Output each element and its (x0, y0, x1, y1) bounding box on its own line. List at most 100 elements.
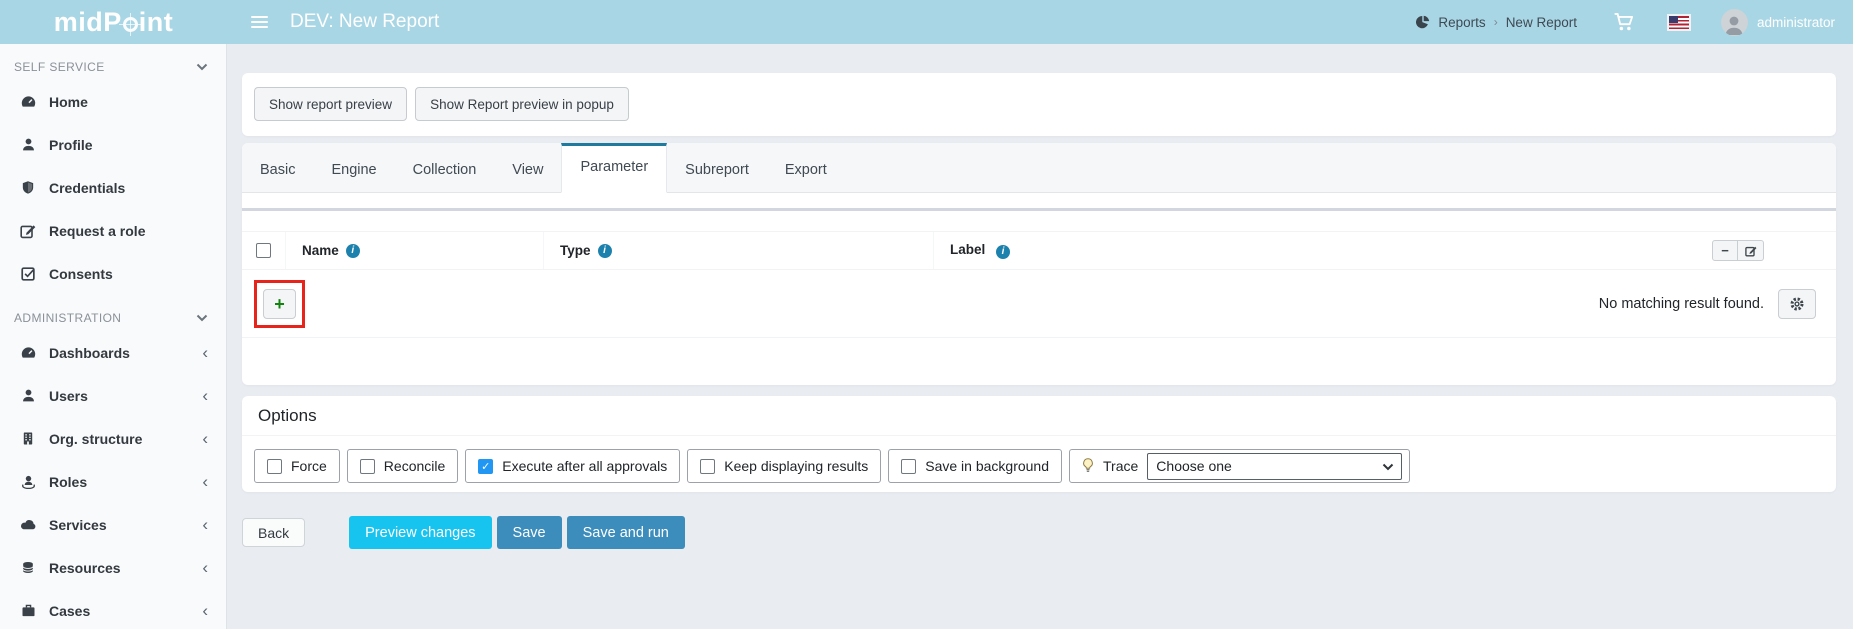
breadcrumb-current: New Report (1505, 14, 1577, 30)
info-icon[interactable]: i (345, 243, 360, 258)
dashboard-gauge-icon (18, 93, 38, 110)
save-button[interactable]: Save (496, 516, 562, 549)
trace-select[interactable]: Choose one (1147, 452, 1403, 480)
tab-basic[interactable]: Basic (242, 143, 313, 193)
info-icon[interactable]: i (597, 243, 612, 258)
pie-chart-icon (1416, 15, 1430, 29)
section-label: SELF SERVICE (14, 60, 105, 74)
chevron-left-icon: ‹ (202, 601, 208, 620)
column-header-label[interactable]: Label i (934, 242, 1636, 259)
sidebar-section-self-service[interactable]: SELF SERVICE (0, 44, 226, 80)
page-title: DEV: New Report (290, 11, 440, 32)
sidebar-item-services[interactable]: Services ‹ (0, 503, 226, 546)
preview-changes-button[interactable]: Preview changes (349, 516, 492, 549)
minus-icon: − (1721, 243, 1729, 258)
briefcase-icon (18, 603, 38, 618)
empty-result-message: No matching result found. (1598, 295, 1764, 312)
add-parameter-button[interactable]: + (263, 288, 296, 319)
option-label: Keep displaying results (724, 458, 869, 474)
option-keep-displaying-results: Keep displaying results (687, 449, 882, 483)
column-label: Label (950, 242, 986, 258)
annotation-highlight: + (254, 279, 305, 328)
cart-button[interactable] (1613, 12, 1635, 32)
sidebar-item-label: Consents (49, 265, 113, 282)
sidebar-item-request-a-role[interactable]: Request a role (0, 209, 226, 252)
sidebar-item-credentials[interactable]: Credentials (0, 166, 226, 209)
sidebar-item-consents[interactable]: Consents (0, 252, 226, 295)
shield-icon (18, 180, 38, 195)
edit-parameter-button[interactable] (1738, 240, 1764, 261)
tab-parameter[interactable]: Parameter (561, 143, 668, 193)
sidebar-item-org-structure[interactable]: Org. structure ‹ (0, 417, 226, 460)
sidebar-item-home[interactable]: Home (0, 80, 226, 123)
sidebar-item-profile[interactable]: Profile (0, 123, 226, 166)
role-user-icon (18, 474, 38, 490)
show-report-preview-button[interactable]: Show report preview (254, 87, 408, 121)
options-card: Options Force Reconcile ✓ Execute after … (242, 396, 1836, 492)
tab-engine[interactable]: Engine (313, 143, 394, 193)
sidebar-section-administration[interactable]: ADMINISTRATION (0, 295, 226, 331)
option-trace: Trace Choose one (1069, 449, 1411, 483)
option-force: Force (254, 449, 340, 483)
chevron-left-icon: ‹ (202, 343, 208, 362)
midpoint-logo: midP int (54, 7, 174, 38)
sidebar-item-label: Org. structure (49, 430, 143, 447)
sidebar-item-dashboards[interactable]: Dashboards ‹ (0, 331, 226, 374)
sidebar-item-users[interactable]: Users ‹ (0, 374, 226, 417)
select-all-checkbox[interactable] (256, 243, 271, 258)
table-header-row: Name i Type i Label i − (242, 231, 1836, 270)
chevron-left-icon: ‹ (202, 472, 208, 491)
table-settings-button[interactable] (1778, 288, 1816, 319)
back-button[interactable]: Back (242, 518, 306, 547)
report-tabbar: Basic Engine Collection View Parameter S… (242, 143, 1836, 193)
column-header-type[interactable]: Type i (544, 232, 934, 269)
trace-selected-value: Choose one (1156, 458, 1232, 474)
sidebar-item-resources[interactable]: Resources ‹ (0, 546, 226, 589)
section-label: ADMINISTRATION (14, 311, 122, 325)
table-toolbar-spacer (242, 211, 1836, 231)
tab-subreport[interactable]: Subreport (667, 143, 767, 193)
save-in-background-checkbox[interactable] (901, 458, 917, 474)
keep-displaying-results-checkbox[interactable] (700, 458, 716, 474)
app-logo[interactable]: midP int (0, 7, 227, 38)
lightbulb-icon (1083, 458, 1093, 472)
option-label: Save in background (925, 458, 1050, 474)
breadcrumb-separator: › (1493, 15, 1498, 29)
chevron-left-icon: ‹ (202, 429, 208, 448)
sidebar-item-roles[interactable]: Roles ‹ (0, 460, 226, 503)
sidebar-item-label: Cases (49, 602, 91, 619)
chevron-left-icon: ‹ (202, 558, 208, 577)
header-actions-cell: − (1636, 240, 1836, 261)
save-and-run-button[interactable]: Save and run (566, 516, 685, 549)
locale-flag-button[interactable] (1668, 15, 1689, 29)
user-icon (18, 137, 38, 152)
form-actions: Back Preview changes Save Save and run (242, 516, 1836, 549)
reconcile-checkbox[interactable] (359, 458, 375, 474)
column-label: Name (302, 243, 339, 258)
column-header-name[interactable]: Name i (286, 232, 544, 269)
main-content: Show report preview Show Report preview … (227, 44, 1853, 629)
sidebar-item-cases[interactable]: Cases ‹ (0, 589, 226, 629)
info-icon[interactable]: i (996, 244, 1011, 259)
show-report-preview-popup-button[interactable]: Show Report preview in popup (415, 87, 629, 121)
tab-view[interactable]: View (494, 143, 561, 193)
option-execute-after-approvals: ✓ Execute after all approvals (465, 449, 681, 483)
chevron-down-icon (196, 314, 208, 322)
breadcrumb-reports[interactable]: Reports (1438, 15, 1485, 30)
force-checkbox[interactable] (267, 458, 282, 474)
report-editor-card: Basic Engine Collection View Parameter S… (242, 143, 1836, 385)
menu-toggle-icon[interactable] (247, 10, 272, 34)
user-menu[interactable]: administrator (1720, 8, 1835, 36)
sidebar-item-label: Services (49, 516, 107, 533)
remove-parameter-button[interactable]: − (1712, 240, 1738, 261)
dashboard-gauge-icon (18, 344, 38, 361)
chevron-left-icon: ‹ (202, 386, 208, 405)
tab-export[interactable]: Export (767, 143, 845, 193)
header-checkbox-cell (242, 232, 286, 269)
tab-collection[interactable]: Collection (395, 143, 495, 193)
edit-pen-icon (18, 223, 38, 239)
execute-after-approvals-checkbox[interactable]: ✓ (478, 458, 494, 474)
plus-icon: + (274, 293, 285, 314)
logo-text-prefix: midP (53, 6, 122, 37)
breadcrumb: Reports › New Report (1416, 15, 1577, 30)
